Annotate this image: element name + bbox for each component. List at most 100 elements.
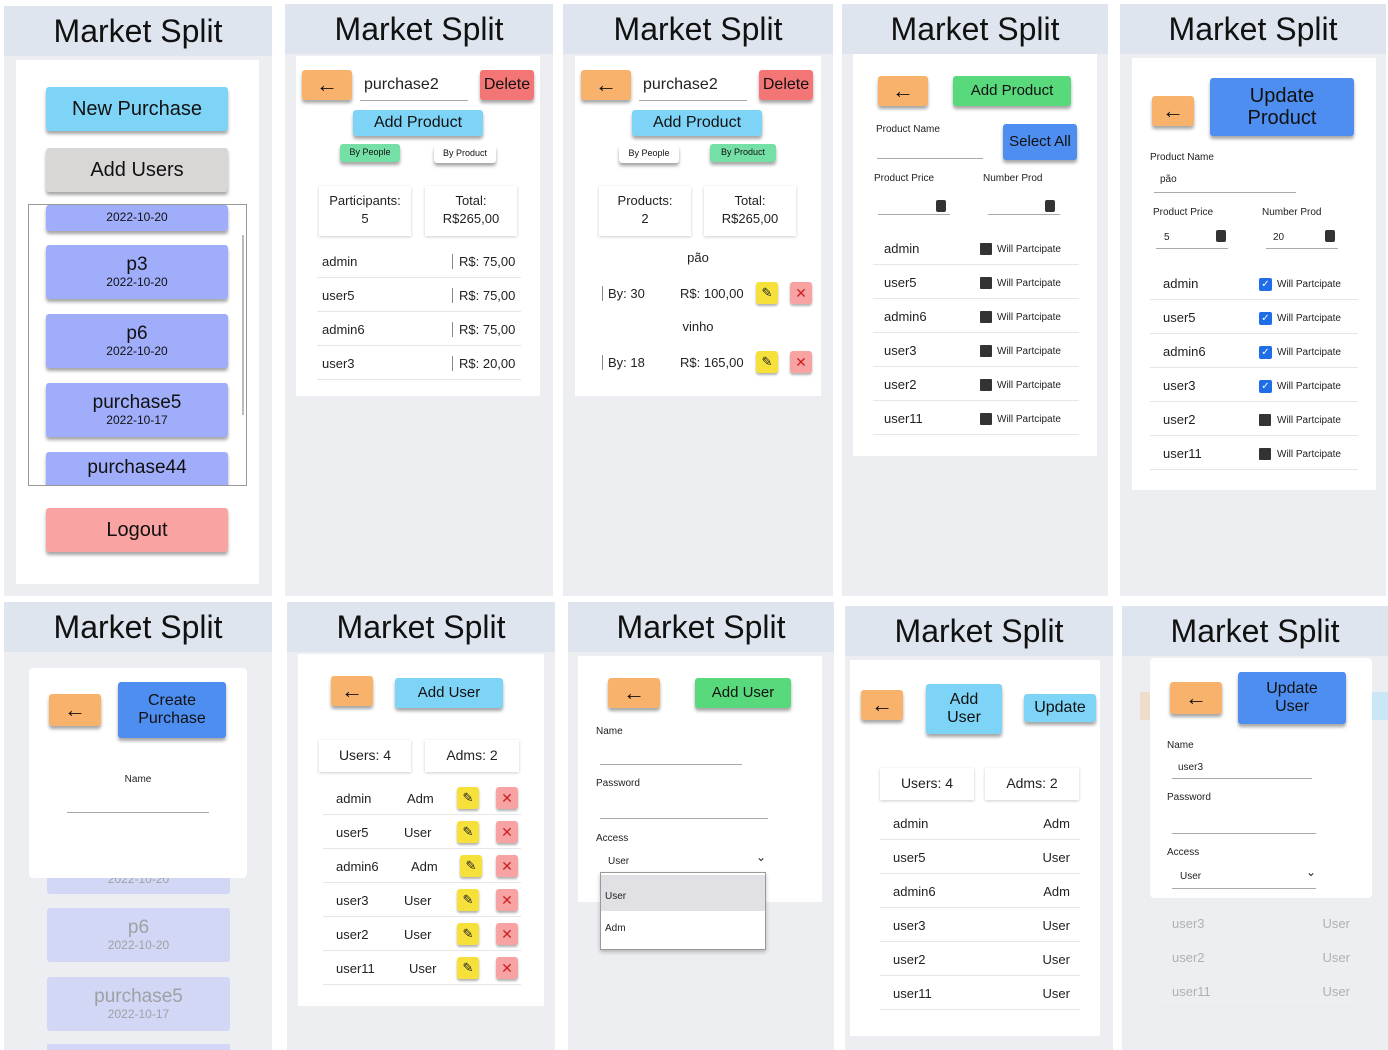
delete-button[interactable]: Delete <box>480 70 534 100</box>
list-scrollbar[interactable] <box>242 235 244 415</box>
close-icon[interactable]: ✕ <box>496 821 518 843</box>
back-button[interactable]: ← <box>302 70 352 100</box>
product-name-input[interactable]: pão <box>1160 174 1177 185</box>
edit-icon[interactable]: ✎ <box>756 351 778 373</box>
by-people-tab[interactable]: By People <box>340 144 400 162</box>
user-row[interactable]: user11 User <box>880 976 1080 1010</box>
purchase-item[interactable]: purchase44 <box>46 452 228 485</box>
close-icon[interactable]: ✕ <box>496 787 518 809</box>
create-purchase-label-2: Purchase <box>138 710 206 727</box>
name-input[interactable] <box>600 764 742 765</box>
user-row[interactable]: user3 User <box>880 908 1080 942</box>
add-user-button[interactable]: Add User <box>395 678 503 708</box>
price-stepper-icon[interactable] <box>1216 230 1226 242</box>
edit-icon[interactable]: ✎ <box>457 821 479 843</box>
edit-icon[interactable]: ✎ <box>457 957 479 979</box>
purchase-item[interactable]: 2022-10-20 <box>46 205 228 231</box>
edit-icon[interactable]: ✎ <box>460 855 482 877</box>
delete-button[interactable]: Delete <box>759 70 813 100</box>
name-input[interactable]: user3 <box>1178 762 1203 773</box>
update-product-button[interactable]: Update Product <box>1210 78 1354 136</box>
back-button[interactable]: ← <box>1152 96 1194 126</box>
add-user-button[interactable]: Add User <box>926 684 1002 734</box>
chevron-down-icon[interactable]: ⌄ <box>756 850 766 864</box>
adms-count: Adms: 2 <box>425 740 519 772</box>
product-price-input[interactable]: 5 <box>1164 232 1170 243</box>
participate-checkbox[interactable] <box>980 243 992 255</box>
edit-icon[interactable]: ✎ <box>457 889 479 911</box>
participate-checkbox[interactable] <box>980 311 992 323</box>
by-product-tab[interactable]: By Product <box>710 144 776 162</box>
checked-checkbox-icon[interactable]: ✓ <box>1259 380 1272 393</box>
back-button[interactable]: ← <box>878 76 928 106</box>
password-input[interactable] <box>1172 833 1316 834</box>
dropdown-option-user[interactable]: User <box>601 875 765 911</box>
edit-icon[interactable]: ✎ <box>756 282 778 304</box>
edit-icon[interactable]: ✎ <box>457 787 479 809</box>
close-icon[interactable]: ✕ <box>496 957 518 979</box>
select-all-button[interactable]: Select All <box>1003 124 1077 160</box>
participate-checkbox[interactable] <box>1259 414 1271 426</box>
update-product-label-2: Product <box>1247 107 1317 129</box>
chevron-down-icon[interactable]: ⌄ <box>1306 865 1316 879</box>
update-user-button[interactable]: Update User <box>1238 672 1346 724</box>
app-title: Market Split <box>845 606 1113 656</box>
add-product-button[interactable]: Add Product <box>353 110 483 136</box>
purchase-item[interactable]: p3 2022-10-20 <box>46 245 228 299</box>
back-button[interactable]: ← <box>581 70 631 100</box>
access-dropdown[interactable]: User Adm <box>600 872 766 950</box>
purchase-item[interactable]: purchase5 2022-10-17 <box>46 383 228 437</box>
participate-checkbox[interactable] <box>980 345 992 357</box>
add-user-button[interactable]: Add User <box>695 678 791 708</box>
product-price-input[interactable] <box>878 214 950 215</box>
user-row: user11 User ✎ ✕ <box>323 951 521 985</box>
checked-checkbox-icon[interactable]: ✓ <box>1259 346 1272 359</box>
password-input[interactable] <box>600 818 768 819</box>
update-button[interactable]: Update <box>1024 694 1096 722</box>
user-row[interactable]: user2 User <box>880 942 1080 976</box>
add-users-button[interactable]: Add Users <box>46 148 228 192</box>
participate-checkbox[interactable] <box>980 277 992 289</box>
dropdown-option-adm[interactable]: Adm <box>601 913 765 949</box>
edit-icon[interactable]: ✎ <box>457 923 479 945</box>
access-select[interactable]: User <box>608 856 629 867</box>
user-row[interactable]: admin6 Adm <box>880 874 1080 908</box>
close-icon[interactable]: ✕ <box>790 351 812 373</box>
add-product-button[interactable]: Add Product <box>632 110 762 136</box>
back-button[interactable]: ← <box>331 676 373 706</box>
checked-checkbox-icon[interactable]: ✓ <box>1259 278 1272 291</box>
close-icon[interactable]: ✕ <box>496 855 518 877</box>
close-icon[interactable]: ✕ <box>496 923 518 945</box>
name-input[interactable] <box>67 812 209 813</box>
participate-checkbox[interactable] <box>980 379 992 391</box>
user-row[interactable]: user5 User <box>880 840 1080 874</box>
price-stepper-icon[interactable] <box>936 200 946 212</box>
checked-checkbox-icon[interactable]: ✓ <box>1259 312 1272 325</box>
access-select[interactable]: User <box>1180 871 1201 882</box>
purchase-item[interactable]: p6 2022-10-20 <box>46 314 228 368</box>
number-stepper-icon[interactable] <box>1045 200 1055 212</box>
back-button[interactable]: ← <box>49 694 101 726</box>
number-prod-input[interactable]: 20 <box>1273 232 1284 243</box>
number-stepper-icon[interactable] <box>1325 230 1335 242</box>
new-purchase-button[interactable]: New Purchase <box>46 87 228 131</box>
logout-button[interactable]: Logout <box>46 508 228 552</box>
close-icon[interactable]: ✕ <box>790 282 812 304</box>
purchase-list[interactable]: 2022-10-20 p3 2022-10-20 p6 2022-10-20 p… <box>28 204 247 486</box>
back-button[interactable]: ← <box>861 690 903 720</box>
participate-checkbox[interactable] <box>1259 448 1271 460</box>
number-prod-input[interactable] <box>988 214 1060 215</box>
close-icon[interactable]: ✕ <box>496 889 518 911</box>
create-purchase-button[interactable]: Create Purchase <box>118 682 226 738</box>
by-product-tab[interactable]: By Product <box>434 145 496 163</box>
participate-checkbox[interactable] <box>980 413 992 425</box>
back-button[interactable]: ← <box>1170 682 1222 714</box>
back-button[interactable]: ← <box>608 678 660 708</box>
user-row[interactable]: admin Adm <box>880 806 1080 840</box>
add-product-button[interactable]: Add Product <box>953 76 1071 106</box>
home-card: New Purchase Add Users 2022-10-20 p3 202… <box>16 60 259 584</box>
product-name-label: Product Name <box>876 124 940 135</box>
product-name-input[interactable] <box>877 158 983 159</box>
user-name: admin <box>336 791 372 806</box>
by-people-tab[interactable]: By People <box>619 145 679 163</box>
